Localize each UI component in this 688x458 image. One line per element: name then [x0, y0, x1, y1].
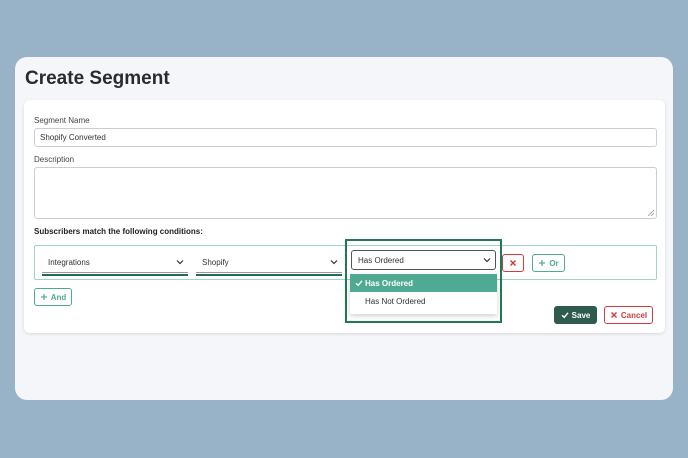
option-label: Has Ordered: [365, 279, 414, 288]
save-button[interactable]: Save: [554, 306, 597, 324]
order-status-select[interactable]: Has Ordered: [351, 250, 496, 270]
save-label: Save: [571, 310, 591, 320]
segment-name-label: Segment Name: [34, 116, 90, 125]
close-icon: [610, 312, 617, 318]
and-label: And: [50, 292, 67, 302]
highlight-box: Has Ordered Has Ordered Has Not Ordered: [345, 239, 502, 323]
integration-type-value: Integrations: [48, 258, 90, 267]
cancel-label: Cancel: [620, 310, 648, 320]
description-textarea[interactable]: [34, 167, 657, 219]
resize-grip-icon[interactable]: [648, 210, 654, 216]
cancel-button[interactable]: Cancel: [604, 306, 653, 324]
order-status-dropdown: Has Ordered Has Not Ordered: [350, 274, 497, 314]
segment-form-card: Segment Name Description Subscribers mat…: [24, 100, 665, 333]
description-label: Description: [34, 155, 75, 164]
chevron-down-icon: [176, 260, 184, 265]
plus-icon: [539, 260, 546, 266]
integration-select[interactable]: Shopify: [196, 252, 342, 276]
option-has-ordered[interactable]: Has Ordered: [350, 274, 497, 292]
add-or-condition-button[interactable]: Or: [532, 254, 565, 272]
select-underline: [42, 274, 188, 276]
check-icon: [561, 312, 569, 319]
integration-type-select[interactable]: Integrations: [42, 252, 188, 276]
select-underline: [196, 274, 342, 276]
option-has-not-ordered[interactable]: Has Not Ordered: [350, 292, 497, 310]
close-icon: [510, 260, 516, 266]
remove-condition-button[interactable]: [502, 254, 524, 272]
page-title: Create Segment: [25, 68, 170, 89]
order-status-value: Has Ordered: [358, 256, 404, 265]
add-and-condition-button[interactable]: And: [34, 288, 72, 306]
chevron-down-icon: [483, 258, 491, 263]
or-label: Or: [549, 258, 559, 268]
integration-value: Shopify: [202, 258, 229, 267]
option-label: Has Not Ordered: [365, 297, 426, 306]
chevron-down-icon: [330, 260, 338, 265]
check-icon: [355, 280, 363, 287]
conditions-label: Subscribers match the following conditio…: [34, 227, 203, 236]
plus-icon: [40, 294, 47, 300]
segment-name-input[interactable]: [34, 128, 657, 147]
create-segment-window: Create Segment Segment Name Description …: [15, 57, 673, 400]
